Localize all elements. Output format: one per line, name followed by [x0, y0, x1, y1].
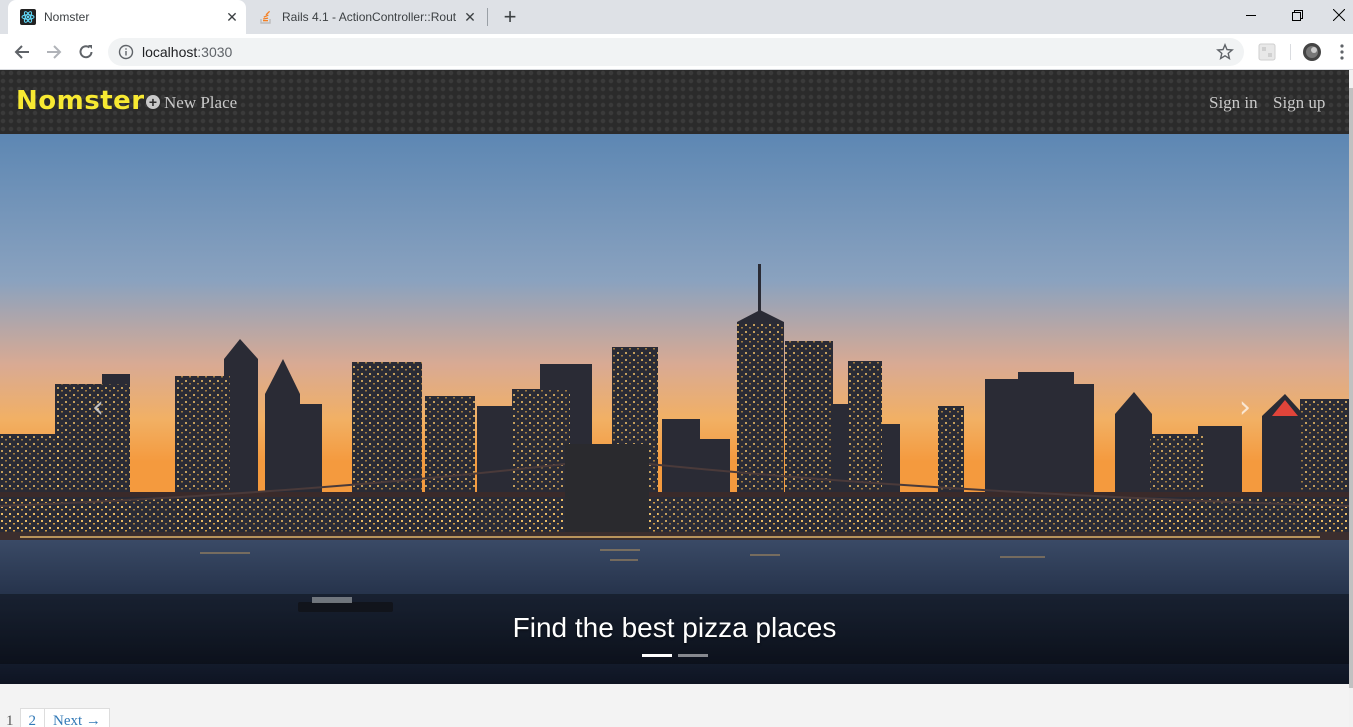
url-text[interactable]: localhost:3030 [142, 44, 232, 60]
carousel-prev-icon[interactable]: ‹ [83, 390, 113, 425]
tab-title: Nomster [44, 10, 90, 24]
carousel-indicators [642, 654, 708, 657]
carousel-caption: Find the best pizza places [512, 612, 837, 643]
close-tab-icon[interactable]: ✕ [224, 9, 240, 25]
menu-kebab-icon[interactable] [1334, 42, 1350, 62]
page-link-1: 1 [0, 708, 21, 727]
carousel-next-icon[interactable]: › [1230, 390, 1260, 425]
toolbar-divider [1290, 44, 1291, 60]
hero-carousel: ‹ › Find the best pizza places [0, 134, 1349, 684]
close-tab-icon[interactable]: ✕ [462, 9, 478, 25]
close-window-icon[interactable] [1316, 0, 1353, 30]
tab-title: Rails 4.1 - ActionController::Rout [282, 10, 457, 24]
sign-in-link[interactable]: Sign in [1209, 93, 1258, 113]
next-page-link[interactable]: Next → [44, 708, 110, 727]
new-place-label: New Place [164, 93, 238, 112]
url-port: :3030 [197, 44, 233, 60]
reload-icon[interactable] [74, 40, 98, 64]
page-link-2[interactable]: 2 [19, 708, 45, 727]
restore-icon[interactable] [1274, 0, 1320, 30]
pagination: 1 2 Next → [0, 708, 110, 727]
react-favicon-icon [20, 9, 36, 25]
profile-avatar-icon[interactable] [1302, 42, 1322, 62]
page-scrollbar[interactable] [1349, 70, 1353, 727]
new-tab-icon[interactable]: + [498, 4, 522, 29]
sign-up-link[interactable]: Sign up [1273, 93, 1325, 113]
forward-icon[interactable] [42, 40, 66, 64]
stackoverflow-favicon-icon [260, 10, 271, 24]
address-bar[interactable]: localhost:3030 [108, 38, 1244, 66]
carousel-indicator-2[interactable] [678, 654, 708, 657]
url-host: localhost [142, 44, 198, 60]
back-icon[interactable] [10, 40, 34, 64]
browser-tabstrip: Nomster ✕ Rails 4.1 - ActionController::… [0, 0, 1353, 34]
page-content: Nomster + New Place Sign in Sign up ‹ › … [0, 70, 1349, 727]
site-navbar: Nomster + New Place Sign in Sign up [0, 70, 1349, 134]
tab-nomster[interactable]: Nomster ✕ [8, 0, 246, 34]
carousel-indicator-1[interactable] [642, 654, 672, 657]
brand-logo[interactable]: Nomster [16, 86, 145, 116]
plus-circle-icon: + [146, 95, 160, 109]
bookmark-star-icon[interactable] [1216, 43, 1234, 61]
scrollbar-thumb[interactable] [1349, 88, 1353, 688]
tab-rails[interactable]: Rails 4.1 - ActionController::Rout ✕ [246, 0, 484, 34]
minimize-icon[interactable] [1228, 0, 1274, 30]
browser-toolbar: localhost:3030 [0, 34, 1353, 70]
new-place-link[interactable]: + New Place [146, 93, 237, 113]
tab-separator [487, 8, 488, 26]
extension-icon[interactable] [1257, 42, 1277, 62]
info-icon[interactable] [118, 44, 134, 60]
